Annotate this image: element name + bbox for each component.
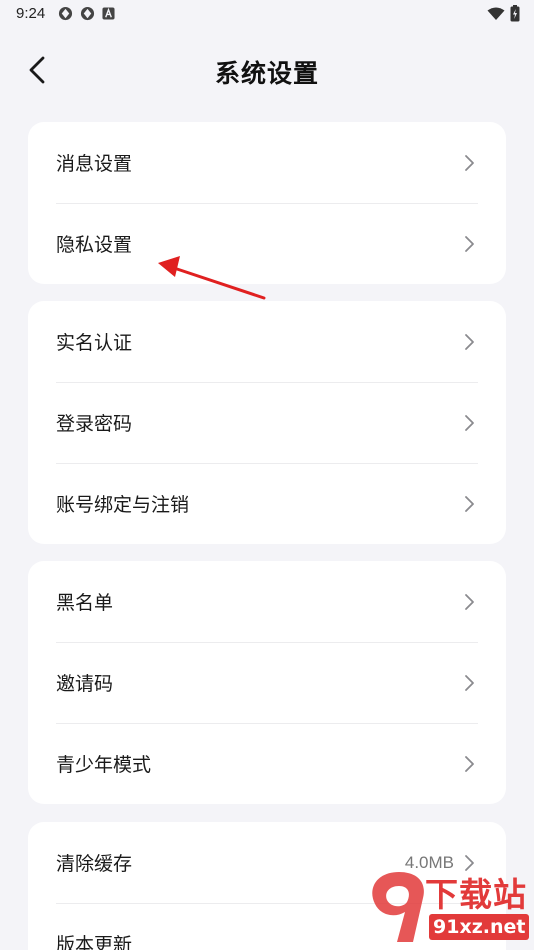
chevron-right-icon — [465, 593, 474, 610]
status-notification-icons — [58, 6, 115, 21]
text-notification-icon — [102, 7, 115, 20]
chevron-right-icon — [465, 414, 474, 431]
row-label: 青少年模式 — [56, 754, 152, 776]
settings-group: 黑名单 邀请码 青少年模式 — [28, 561, 506, 804]
status-system-icons — [487, 5, 520, 22]
annotation-arrow-icon — [158, 256, 266, 300]
chevron-right-icon — [465, 674, 474, 691]
app-notification-icon — [80, 6, 95, 21]
row-label: 登录密码 — [56, 413, 133, 435]
app-notification-icon — [58, 6, 73, 21]
login-password-row[interactable]: 登录密码 — [28, 382, 506, 463]
chevron-right-icon — [465, 154, 474, 171]
watermark-logo-icon — [372, 872, 424, 942]
row-label: 实名认证 — [56, 332, 133, 354]
wifi-icon — [487, 7, 505, 20]
watermark-logo: 下载站 91xz.net — [359, 860, 534, 950]
chevron-right-icon — [465, 495, 474, 512]
battery-icon — [510, 5, 520, 22]
page-title: 系统设置 — [214, 59, 319, 88]
row-label: 清除缓存 — [56, 853, 133, 875]
row-label: 账号绑定与注销 — [56, 494, 190, 516]
invite-code-row[interactable]: 邀请码 — [28, 642, 506, 723]
watermark-domain: 91xz.net — [429, 914, 530, 940]
real-name-verification-row[interactable]: 实名认证 — [28, 301, 506, 382]
watermark-brand: 下载站 — [425, 875, 527, 914]
top-navigation-bar: 系统设置 — [0, 44, 534, 96]
teen-mode-row[interactable]: 青少年模式 — [28, 723, 506, 804]
chevron-right-icon — [465, 333, 474, 350]
row-label: 消息设置 — [56, 153, 133, 175]
chevron-right-icon — [465, 755, 474, 772]
message-settings-row[interactable]: 消息设置 — [28, 122, 506, 203]
status-time: 9:24 — [16, 5, 46, 22]
account-binding-row[interactable]: 账号绑定与注销 — [28, 463, 506, 544]
row-label: 黑名单 — [56, 592, 114, 614]
row-label: 邀请码 — [56, 673, 114, 695]
chevron-right-icon — [465, 235, 474, 252]
settings-group: 实名认证 登录密码 账号绑定与注销 — [28, 301, 506, 544]
status-bar: 9:24 — [0, 0, 534, 28]
blacklist-row[interactable]: 黑名单 — [28, 561, 506, 642]
